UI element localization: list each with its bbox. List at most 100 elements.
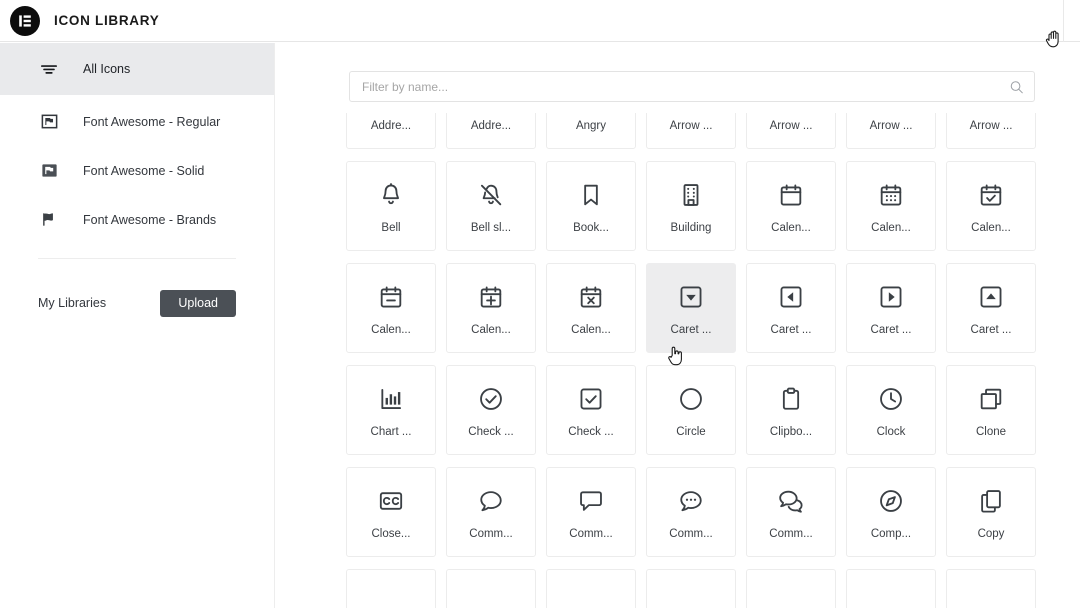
icon-cell[interactable]: Comm... — [546, 467, 636, 557]
icon-cell-label: Check ... — [568, 426, 613, 438]
icon-cell-label: Angry — [576, 120, 606, 132]
icon-cell[interactable]: Bell sl... — [446, 161, 536, 251]
sidebar-item-font-awesome-brands[interactable]: Font Awesome - Brands — [0, 195, 274, 244]
icon-cell[interactable]: Copy — [946, 467, 1036, 557]
upload-button[interactable]: Upload — [160, 290, 236, 317]
icon-cell[interactable]: Comp... — [846, 467, 936, 557]
icon-cell[interactable]: Caret ... — [646, 263, 736, 353]
caret-square-up-icon — [978, 280, 1004, 314]
clock-icon — [878, 382, 904, 416]
icon-cell[interactable]: Arrow ... — [946, 113, 1036, 149]
icon-cell[interactable]: Check ... — [546, 365, 636, 455]
comments-icon — [778, 484, 804, 518]
icon-cell[interactable]: Addre... — [346, 113, 436, 149]
sidebar-item-label: Font Awesome - Regular — [83, 115, 220, 129]
icon-cell[interactable]: Caret ... — [746, 263, 836, 353]
icon-cell[interactable] — [646, 569, 736, 608]
icon-cell[interactable]: Calen... — [546, 263, 636, 353]
icon-cell-label: Bell sl... — [471, 222, 511, 234]
building-icon — [678, 178, 704, 212]
sidebar-divider — [38, 258, 236, 259]
sidebar-item-font-awesome-regular[interactable]: Font Awesome - Regular — [0, 97, 274, 146]
icon-cell[interactable]: Circle — [646, 365, 736, 455]
filter-icon — [38, 58, 60, 80]
icon-cell-label: Calen... — [371, 324, 411, 336]
search-icon[interactable] — [1009, 79, 1024, 94]
bell-slash-icon — [478, 178, 504, 212]
icon-cell-label: Clipbo... — [770, 426, 812, 438]
header-divider — [1063, 0, 1064, 42]
icon-cell-label: Comp... — [871, 528, 911, 540]
icon-cell[interactable]: Arrow ... — [646, 113, 736, 149]
icon-cell[interactable]: Comm... — [746, 467, 836, 557]
comment-alt-icon — [578, 484, 604, 518]
icon-cell[interactable]: Addre... — [446, 113, 536, 149]
my-libraries-row: My Libraries Upload — [0, 275, 274, 331]
icon-library-app: ICON LIBRARY All Icons — [0, 0, 1080, 608]
icon-cell[interactable]: Caret ... — [846, 263, 936, 353]
icon-cell[interactable] — [746, 569, 836, 608]
sidebar-item-label: Font Awesome - Solid — [83, 164, 204, 178]
icon-cell[interactable]: Arrow ... — [746, 113, 836, 149]
icon-cell[interactable]: Angry — [546, 113, 636, 149]
icon-cell-label: Addre... — [471, 120, 511, 132]
sidebar-item-font-awesome-solid[interactable]: Font Awesome - Solid — [0, 146, 274, 195]
flag-solid-icon — [38, 160, 60, 182]
icon-cell[interactable] — [546, 569, 636, 608]
icon-cell-label: Arrow ... — [770, 120, 813, 132]
search-box[interactable] — [349, 71, 1035, 102]
clipboard-icon — [778, 382, 804, 416]
icon-cell[interactable]: Clipbo... — [746, 365, 836, 455]
icon-cell-label: Caret ... — [871, 324, 912, 336]
sidebar-library-list: Font Awesome - Regular Font Awesome - So… — [0, 97, 274, 244]
icon-cell-label: Arrow ... — [870, 120, 913, 132]
icon-grid: Addre... Addre... Angry Arrow ... Arrow ... A… — [346, 113, 1046, 608]
icon-cell-label: Addre... — [371, 120, 411, 132]
icon-cell-label: Comm... — [669, 528, 712, 540]
icon-cell[interactable]: Check ... — [446, 365, 536, 455]
icon-cell[interactable]: Calen... — [346, 263, 436, 353]
icon-cell-label: Caret ... — [671, 324, 712, 336]
icon-cell-label: Comm... — [569, 528, 612, 540]
icon-cell[interactable]: Calen... — [846, 161, 936, 251]
icon-cell[interactable] — [846, 569, 936, 608]
icon-cell[interactable] — [346, 569, 436, 608]
icon-cell-label: Caret ... — [771, 324, 812, 336]
bookmark-icon — [578, 178, 604, 212]
calendar-times-icon — [578, 280, 604, 314]
sidebar-item-label: Font Awesome - Brands — [83, 213, 216, 227]
comment-icon — [478, 484, 504, 518]
search-input[interactable] — [350, 72, 1034, 101]
flag-brands-icon — [38, 209, 60, 231]
chart-bar-icon — [378, 382, 404, 416]
icon-cell[interactable]: Calen... — [446, 263, 536, 353]
icon-cell[interactable]: Calen... — [746, 161, 836, 251]
icon-cell[interactable]: Book... — [546, 161, 636, 251]
compass-icon — [878, 484, 904, 518]
comment-dots-icon — [678, 484, 704, 518]
icon-cell[interactable]: Clock — [846, 365, 936, 455]
sidebar-item-all-icons[interactable]: All Icons — [0, 43, 274, 95]
icon-cell-label: Check ... — [468, 426, 513, 438]
icon-cell[interactable]: Chart ... — [346, 365, 436, 455]
icon-cell[interactable]: Caret ... — [946, 263, 1036, 353]
icon-cell[interactable]: Clone — [946, 365, 1036, 455]
icon-cell-label: Calen... — [571, 324, 611, 336]
icon-grid-viewport: Addre... Addre... Angry Arrow ... Arrow ... A… — [276, 113, 1080, 608]
icon-cell[interactable]: Comm... — [646, 467, 736, 557]
icon-cell[interactable] — [946, 569, 1036, 608]
icon-cell[interactable]: Building — [646, 161, 736, 251]
icon-cell[interactable] — [446, 569, 536, 608]
icon-cell-label: Clone — [976, 426, 1006, 438]
icon-cell-label: Clock — [877, 426, 906, 438]
icon-cell-label: Calen... — [771, 222, 811, 234]
icon-cell-label: Copy — [978, 528, 1005, 540]
icon-cell[interactable]: Bell — [346, 161, 436, 251]
check-square-icon — [578, 382, 604, 416]
caret-square-right-icon — [878, 280, 904, 314]
icon-cell[interactable]: Arrow ... — [846, 113, 936, 149]
page-title: ICON LIBRARY — [54, 13, 159, 28]
icon-cell[interactable]: Calen... — [946, 161, 1036, 251]
icon-cell[interactable]: Close... — [346, 467, 436, 557]
icon-cell[interactable]: Comm... — [446, 467, 536, 557]
